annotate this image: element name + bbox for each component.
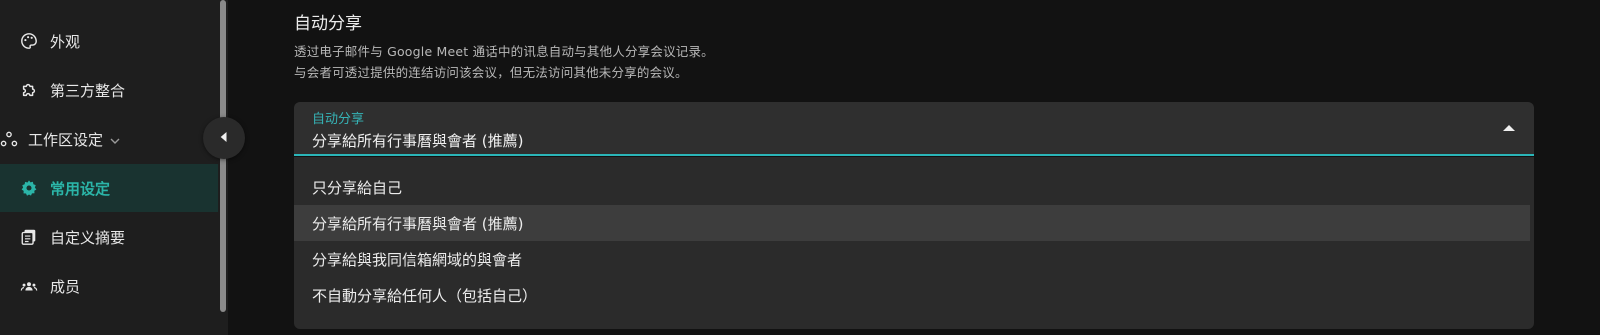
sidebar-item-label: 外观 [50,32,81,51]
sidebar-item-appearance[interactable]: 外观 [0,17,218,65]
auto-share-select[interactable]: 自动分享 分享給所有行事曆與會者 (推薦) [294,102,1534,156]
sidebar: 外观 第三方整合 工作区设定 常用设定 自定义摘要 成员 [0,0,228,335]
sidebar-item-label: 工作区设定 [28,130,104,149]
menu-option[interactable]: 分享給所有行事曆與會者 (推薦) [294,205,1530,241]
puzzle-icon [20,81,38,99]
caret-up-icon[interactable] [1503,125,1515,131]
menu-option[interactable]: 分享給與我同信箱網域的與會者 [294,241,1530,277]
sidebar-item-general-settings[interactable]: 常用设定 [0,164,218,212]
sidebar-item-workspace[interactable]: 工作区设定 [0,115,218,163]
sidebar-item-label: 常用设定 [50,179,111,198]
sidebar-item-integrations[interactable]: 第三方整合 [0,66,218,114]
select-label: 自动分享 [312,112,365,127]
sidebar-item-label: 成员 [50,277,81,296]
gear-icon [20,179,38,197]
main-content: 自动分享 透过电子邮件与 Google Meet 通话中的讯息自动与其他人分享会… [228,0,1600,335]
sidebar-item-label: 第三方整合 [50,81,126,100]
section-description: 与会者可透过提供的连结访问该会议，但无法访问其他未分享的会议。 [294,65,688,80]
menu-option[interactable]: 不自動分享給任何人（包括自己） [294,277,1530,313]
workspace-icon [0,130,18,148]
sidebar-item-members[interactable]: 成员 [0,262,218,310]
select-value: 分享給所有行事曆與會者 (推薦) [312,132,524,150]
chevron-down-icon [109,133,121,145]
sidebar-item-custom-summary[interactable]: 自定义摘要 [0,213,218,261]
section-description: 透过电子邮件与 Google Meet 通话中的讯息自动与其他人分享会议记录。 [294,44,714,59]
palette-icon [20,32,38,50]
sidebar-item-label: 自定义摘要 [50,228,126,247]
members-icon [20,277,38,295]
section-title: 自动分享 [294,14,362,34]
dropdown-menu: 只分享給自己 分享給所有行事曆與會者 (推薦) 分享給與我同信箱網域的與會者 不… [294,157,1534,329]
menu-option[interactable]: 只分享給自己 [294,169,1530,205]
summary-icon [20,228,38,246]
